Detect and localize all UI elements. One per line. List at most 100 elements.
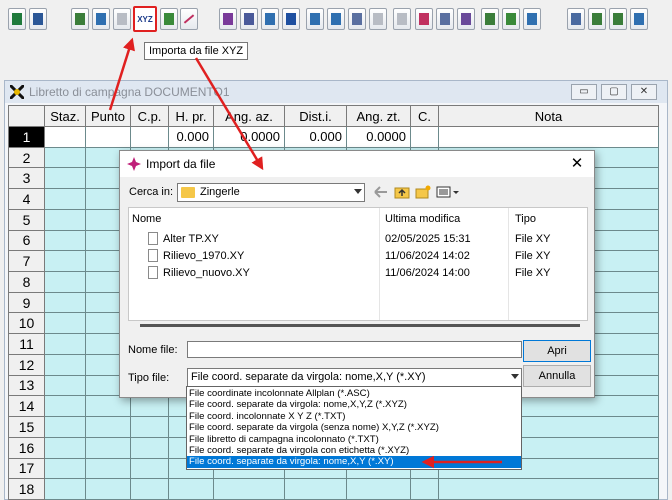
column-header[interactable]: C. <box>410 105 439 127</box>
column-header[interactable]: H. pr. <box>168 105 214 127</box>
grid-cell[interactable] <box>44 312 86 335</box>
column-header[interactable]: Ang. az. <box>213 105 285 127</box>
tool-icon[interactable] <box>393 8 411 30</box>
view-menu-icon[interactable] <box>436 185 460 199</box>
tool-icon[interactable] <box>240 8 258 30</box>
tool-icon[interactable] <box>567 8 585 30</box>
tool-icon[interactable] <box>306 8 324 30</box>
up-folder-icon[interactable] <box>394 185 410 199</box>
grid-cell[interactable] <box>44 208 86 231</box>
tool-icon[interactable] <box>160 8 178 30</box>
grid-cell[interactable] <box>85 395 131 418</box>
column-header-type[interactable]: Tipo <box>515 213 536 225</box>
grid-cell[interactable] <box>85 478 131 500</box>
grid-cell[interactable] <box>44 395 86 418</box>
horizontal-scrollbar[interactable] <box>140 324 580 327</box>
grid-cell[interactable]: 0.0000 <box>213 126 285 148</box>
look-in-dropdown[interactable]: Zingerle <box>177 183 365 202</box>
maximize-button[interactable]: ▢ <box>601 84 627 100</box>
filetype-option[interactable]: File coord. separate da virgola con etic… <box>187 445 521 456</box>
tool-icon[interactable] <box>523 8 541 30</box>
column-header[interactable] <box>8 105 45 127</box>
tool-icon[interactable] <box>71 8 89 30</box>
row-number[interactable]: 13 <box>8 374 45 397</box>
row-number[interactable]: 8 <box>8 271 45 293</box>
file-row[interactable]: Rilievo_nuovo.XY 11/06/2024 14:00 File X… <box>129 265 587 282</box>
grid-cell[interactable] <box>44 229 86 252</box>
grid-cell[interactable] <box>85 416 131 438</box>
back-icon[interactable] <box>373 185 389 199</box>
grid-cell[interactable] <box>85 126 131 148</box>
minimize-button[interactable]: ▭ <box>571 84 597 100</box>
column-header-modified[interactable]: Ultima modifica <box>385 213 460 225</box>
grid-cell[interactable] <box>44 126 86 148</box>
filetype-option[interactable]: File coordinate incolonnate Allplan (*.A… <box>187 388 521 399</box>
row-number[interactable]: 6 <box>8 229 45 252</box>
row-number[interactable]: 12 <box>8 353 45 376</box>
grid-cell[interactable] <box>130 416 169 438</box>
file-row[interactable]: Rilievo_1970.XY 11/06/2024 14:02 File XY <box>129 248 587 265</box>
tool-icon[interactable] <box>348 8 366 30</box>
column-header[interactable]: Dist.i. <box>284 105 347 127</box>
filename-input[interactable] <box>187 341 522 358</box>
grid-cell[interactable] <box>130 478 169 500</box>
close-window-button[interactable]: ✕ <box>631 84 657 100</box>
row-number[interactable]: 3 <box>8 167 45 190</box>
tool-icon[interactable] <box>630 8 648 30</box>
filetype-option-selected[interactable]: File coord. separate da virgola: nome,X,… <box>187 456 521 468</box>
tool-icon[interactable] <box>92 8 110 30</box>
row-number[interactable]: 2 <box>8 146 45 169</box>
grid-cell[interactable] <box>44 291 86 314</box>
filetype-dropdown[interactable]: File coord. separate da virgola: nome,X,… <box>187 368 522 387</box>
grid-cell[interactable] <box>44 188 86 210</box>
row-number[interactable]: 4 <box>8 188 45 210</box>
grid-cell[interactable] <box>85 436 131 459</box>
grid-cell[interactable]: 0.000 <box>168 126 214 148</box>
tool-icon[interactable] <box>282 8 300 30</box>
tool-icon[interactable] <box>436 8 454 30</box>
grid-cell[interactable] <box>44 416 86 438</box>
grid-cell[interactable] <box>44 374 86 397</box>
excel-icon[interactable] <box>8 8 26 30</box>
grid-cell[interactable] <box>410 126 439 148</box>
word-icon[interactable] <box>29 8 47 30</box>
grid-cell[interactable] <box>346 478 411 500</box>
tool-icon[interactable] <box>327 8 345 30</box>
grid-cell[interactable] <box>85 457 131 480</box>
column-header[interactable]: Ang. zt. <box>346 105 411 127</box>
row-number[interactable]: 5 <box>8 208 45 231</box>
row-number[interactable]: 18 <box>8 478 45 500</box>
grid-cell[interactable] <box>438 478 659 500</box>
grid-cell[interactable] <box>44 271 86 293</box>
filetype-option[interactable]: File coord. separate da virgola: nome,X,… <box>187 399 521 410</box>
file-row[interactable]: Alter TP.XY 02/05/2025 15:31 File XY <box>129 231 587 248</box>
grid-cell[interactable] <box>44 457 86 480</box>
line-icon[interactable] <box>180 8 198 30</box>
grid-cell[interactable] <box>410 478 439 500</box>
filetype-option[interactable]: File coord. separate da virgola (senza n… <box>187 422 521 433</box>
tool-icon[interactable] <box>588 8 606 30</box>
filetype-option[interactable]: File coord. incolonnate X Y Z (*.TXT) <box>187 411 521 422</box>
column-header[interactable]: Nota <box>438 105 659 127</box>
tool-icon[interactable] <box>502 8 520 30</box>
column-header[interactable]: Punto <box>85 105 131 127</box>
row-number[interactable]: 11 <box>8 333 45 355</box>
tool-icon[interactable] <box>415 8 433 30</box>
row-number[interactable]: 14 <box>8 395 45 418</box>
grid-cell[interactable] <box>213 478 285 500</box>
grid-cell[interactable] <box>130 436 169 459</box>
tool-icon[interactable] <box>457 8 475 30</box>
cancel-button[interactable]: Annulla <box>523 365 591 387</box>
grid-cell[interactable] <box>44 146 86 169</box>
tool-icon[interactable] <box>609 8 627 30</box>
row-number[interactable]: 15 <box>8 416 45 438</box>
grid-cell[interactable] <box>44 250 86 273</box>
grid-cell[interactable] <box>44 478 86 500</box>
grid-cell[interactable] <box>130 126 169 148</box>
tool-icon[interactable] <box>261 8 279 30</box>
grid-cell[interactable] <box>44 333 86 355</box>
grid-cell[interactable] <box>130 457 169 480</box>
grid-cell[interactable] <box>168 478 214 500</box>
row-number[interactable]: 1 <box>8 126 45 148</box>
tool-icon[interactable] <box>481 8 499 30</box>
